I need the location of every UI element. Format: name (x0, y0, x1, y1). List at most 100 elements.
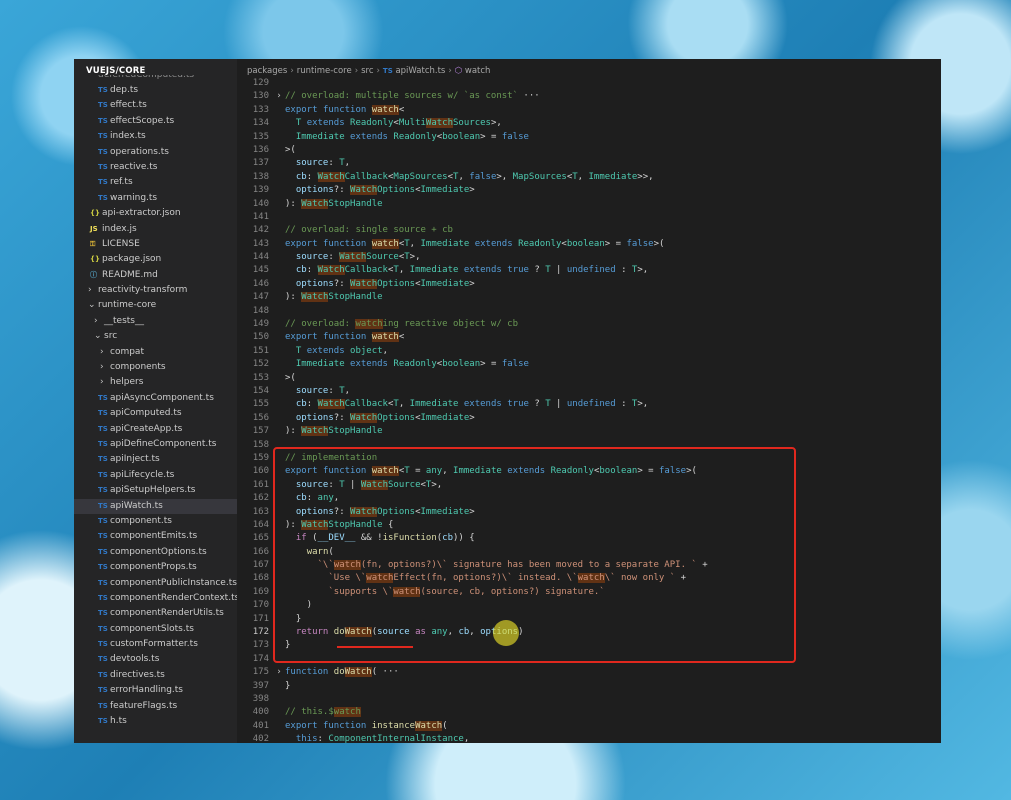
tree-file[interactable]: TS componentPublicInstance.ts (74, 576, 237, 591)
code-line[interactable]: 129 (237, 77, 941, 90)
code-line[interactable]: 137 source: T, (237, 157, 941, 170)
tree-file[interactable]: TS apiSetupHelpers.ts (74, 483, 237, 498)
code-line[interactable]: 142 // overload: single source + cb (237, 224, 941, 237)
tree-file[interactable]: TS featureFlags.ts (74, 699, 237, 714)
tree-file[interactable]: {} api-extractor.json (74, 206, 237, 221)
code-line[interactable]: 167 `\`watch(fn, options?)\` signature h… (237, 559, 941, 572)
code-line[interactable]: 148 (237, 305, 941, 318)
code-line[interactable]: 155 cb: WatchCallback<T, Immediate exten… (237, 398, 941, 411)
tree-file[interactable]: TS apiDefineComponent.ts (74, 437, 237, 452)
code-line[interactable]: 170 ) (237, 599, 941, 612)
code-line[interactable]: 146 options?: WatchOptions<Immediate> (237, 278, 941, 291)
breadcrumb-src[interactable]: src (361, 66, 373, 76)
code-line[interactable]: 169 `supports \`watch(source, cb, option… (237, 586, 941, 599)
code-line[interactable]: 157 ): WatchStopHandle (237, 425, 941, 438)
tree-file[interactable]: TS apiComputed.ts (74, 406, 237, 421)
tree-file[interactable]: TS componentRenderUtils.ts (74, 606, 237, 621)
code-line[interactable]: 154 source: T, (237, 385, 941, 398)
tree-file[interactable]: TS customFormatter.ts (74, 637, 237, 652)
code-line[interactable]: 133 export function watch< (237, 104, 941, 117)
fold-chevron-icon[interactable]: › (273, 90, 285, 103)
tree-file[interactable]: TS component.ts (74, 514, 237, 529)
code-line[interactable]: 136 >( (237, 144, 941, 157)
code-line[interactable]: 147 ): WatchStopHandle (237, 291, 941, 304)
code-line[interactable]: 144 source: WatchSource<T>, (237, 251, 941, 264)
breadcrumb-packages[interactable]: packages (247, 66, 287, 76)
tree-file[interactable]: TS apiCreateApp.ts (74, 422, 237, 437)
code-line[interactable]: 162 cb: any, (237, 492, 941, 505)
tree-folder[interactable]: ⌄ src (74, 329, 237, 344)
code-line[interactable]: 153 >( (237, 372, 941, 385)
code-line[interactable]: 171 } (237, 613, 941, 626)
tree-file[interactable]: TS componentRenderContext.ts (74, 591, 237, 606)
code-line[interactable]: 159 // implementation (237, 452, 941, 465)
fold-chevron-icon[interactable]: › (273, 666, 285, 679)
code-line[interactable]: 174 (237, 653, 941, 666)
tree-file[interactable]: TS h.ts (74, 714, 237, 729)
code-line[interactable]: 160 export function watch<T = any, Immed… (237, 465, 941, 478)
tree-folder[interactable]: › components (74, 360, 237, 375)
code-line[interactable]: 130 ›// overload: multiple sources w/ `as… (237, 90, 941, 103)
tree-file[interactable]: TS operations.ts (74, 145, 237, 160)
tree-file[interactable]: TS devtools.ts (74, 652, 237, 667)
tree-folder[interactable]: › __tests__ (74, 314, 237, 329)
code-line[interactable]: 134 T extends Readonly<MultiWatchSources… (237, 117, 941, 130)
code-line[interactable]: 151 T extends object, (237, 345, 941, 358)
code-line[interactable]: 158 (237, 439, 941, 452)
tree-file[interactable]: TS ref.ts (74, 175, 237, 190)
code-line[interactable]: 397 } (237, 680, 941, 693)
tree-file[interactable]: {} package.json (74, 252, 237, 267)
code-line[interactable]: 401 export function instanceWatch( (237, 720, 941, 733)
tree-file[interactable]: TS apiAsyncComponent.ts (74, 391, 237, 406)
code-line[interactable]: 402 this: ComponentInternalInstance, (237, 733, 941, 743)
tree-file[interactable]: TS effect.ts (74, 98, 237, 113)
code-line[interactable]: 175 › function doWatch( ··· (237, 666, 941, 679)
tree-file[interactable]: TS reactive.ts (74, 160, 237, 175)
tree-file[interactable]: ⚿ LICENSE (74, 237, 237, 252)
code-editor[interactable]: packages › runtime-core › src › TS apiWatch.ts… (237, 59, 941, 743)
code-line[interactable]: 156 options?: WatchOptions<Immediate> (237, 412, 941, 425)
code-line[interactable]: 149 // overload: watching reactive objec… (237, 318, 941, 331)
tree-file[interactable]: TS effectScope.ts (74, 114, 237, 129)
tree-file[interactable]: TS index.ts (74, 129, 237, 144)
code-line[interactable]: 166 warn( (237, 546, 941, 559)
tree-file[interactable]: JS index.js (74, 222, 237, 237)
tree-file[interactable]: TS apiWatch.ts (74, 498, 237, 514)
code-line[interactable]: 398 (237, 693, 941, 706)
code-line[interactable]: 168 `Use \`watchEffect(fn, options?)\` i… (237, 572, 941, 585)
code-line[interactable]: 138 cb: WatchCallback<MapSources<T, fals… (237, 171, 941, 184)
tree-file[interactable]: TS componentOptions.ts (74, 545, 237, 560)
tree-file[interactable]: TS componentProps.ts (74, 560, 237, 575)
code-line[interactable]: 172 return doWatch(source as any, cb, op… (237, 626, 941, 639)
tree-file[interactable]: TS apiInject.ts (74, 452, 237, 467)
code-line[interactable]: 135 Immediate extends Readonly<boolean> … (237, 131, 941, 144)
tree-file[interactable]: TS apiLifecycle.ts (74, 468, 237, 483)
code-line[interactable]: 150 export function watch< (237, 331, 941, 344)
breadcrumb-symbol[interactable]: watch (465, 66, 491, 76)
tree-file[interactable]: ⓘ README.md (74, 268, 237, 283)
tree-folder[interactable]: › helpers (74, 375, 237, 390)
code-line[interactable]: 145 cb: WatchCallback<T, Immediate exten… (237, 264, 941, 277)
tree-file[interactable]: TS componentSlots.ts (74, 622, 237, 637)
code-lines[interactable]: 129 130 ›// overload: multiple sources w/… (237, 77, 941, 743)
code-line[interactable]: 152 Immediate extends Readonly<boolean> … (237, 358, 941, 371)
tree-file[interactable]: TS componentEmits.ts (74, 529, 237, 544)
breadcrumb-runtime-core[interactable]: runtime-core (297, 66, 352, 76)
tree-folder[interactable]: › reactivity-transform (74, 283, 237, 298)
code-line[interactable]: 400 // this.$watch (237, 706, 941, 719)
tree-folder[interactable]: ⌄ runtime-core (74, 298, 237, 313)
tree-file[interactable]: TS errorHandling.ts (74, 683, 237, 698)
code-line[interactable]: 161 source: T | WatchSource<T>, (237, 479, 941, 492)
tree-file[interactable]: deferredComputed.ts (74, 75, 237, 83)
tree-folder[interactable]: › compat (74, 345, 237, 360)
code-line[interactable]: 164 ): WatchStopHandle { (237, 519, 941, 532)
tree-file[interactable]: TS directives.ts (74, 668, 237, 683)
code-line[interactable]: 139 options?: WatchOptions<Immediate> (237, 184, 941, 197)
code-line[interactable]: 165 if (__DEV__ && !isFunction(cb)) { (237, 532, 941, 545)
tree-file[interactable]: TS warning.ts (74, 191, 237, 206)
code-line[interactable]: 140 ): WatchStopHandle (237, 198, 941, 211)
code-line[interactable]: 143 export function watch<T, Immediate e… (237, 238, 941, 251)
code-line[interactable]: 163 options?: WatchOptions<Immediate> (237, 506, 941, 519)
code-line[interactable]: 141 (237, 211, 941, 224)
breadcrumb-file[interactable]: apiWatch.ts (395, 66, 445, 76)
